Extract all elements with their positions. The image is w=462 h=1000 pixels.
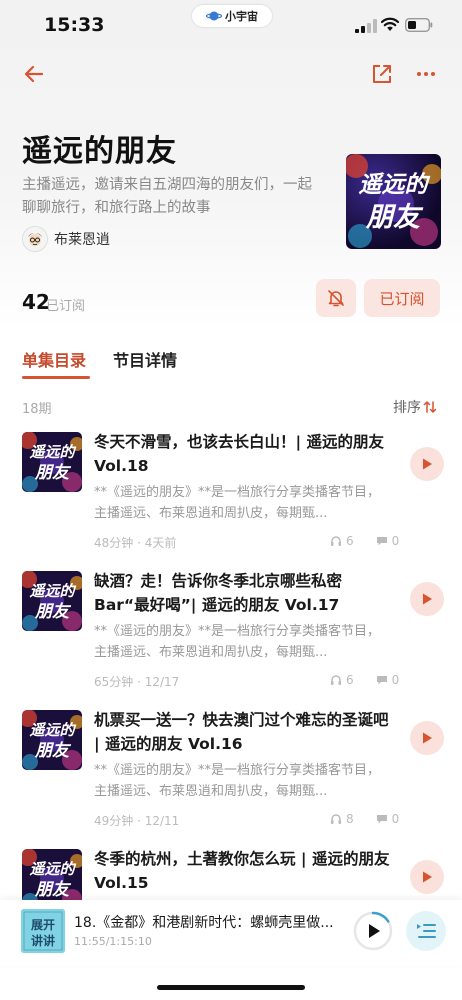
episode-title[interactable]: 机票买一送一？快去澳门过个难忘的圣诞吧 | 遥远的朋友 Vol.16	[94, 708, 390, 756]
episode-item[interactable]: 遥远的 朋友 缺酒？走！告诉你冬季北京哪些私密Bar“最好喝”| 遥远的朋友 Vol…	[0, 569, 462, 699]
episode-cover-text-2: 朋友	[34, 602, 72, 622]
headphones-icon	[331, 536, 341, 546]
playlist-button[interactable]	[406, 911, 446, 951]
headphones-icon	[331, 675, 341, 685]
episode-duration-date: 48分钟 · 4天前	[94, 536, 177, 550]
app-pill[interactable]: 小宇宙	[192, 5, 272, 27]
episode-cover-art: 遥远的朋友	[22, 571, 82, 631]
player-cover-text-2: 讲讲	[31, 933, 55, 948]
tab-episodes[interactable]: 单集目录	[22, 347, 86, 371]
headphones-icon	[331, 814, 341, 824]
episode-cover-text-1: 遥远的	[29, 582, 76, 600]
episode-play-button[interactable]	[410, 447, 444, 481]
host-name[interactable]: 布莱恩逍	[54, 229, 110, 249]
back-arrow-icon[interactable]	[22, 62, 46, 86]
player-time: 11:55/1:15:10	[74, 935, 152, 948]
player-play-icon[interactable]	[361, 919, 385, 943]
play-icon	[423, 593, 432, 605]
mini-player[interactable]: 展开 讲讲 18.《金都》和港剧新时代：螺蛳壳里做... 11:55/1:15:…	[0, 900, 462, 966]
podcast-description: 主播遥远，邀请来自五湖四海的朋友们，一起聊聊旅行，和旅行路上的故事	[22, 177, 312, 216]
battery-icon	[405, 18, 433, 32]
episode-comment-count: 0	[391, 812, 400, 826]
play-icon	[423, 732, 432, 744]
episode-cover-art: 遥远的朋友	[22, 432, 82, 492]
episode-cover-text-1: 遥远的	[29, 443, 76, 461]
wifi-icon	[381, 17, 399, 31]
player-cover[interactable]: 展开 讲讲	[21, 909, 65, 953]
episode-description: **《遥远的朋友》**是一档旅行分享类播客节目，主播遥远、布莱恩逍和周扒皮，每期…	[94, 624, 381, 660]
episode-cover-text-1: 遥远的	[29, 860, 76, 878]
episode-comment-count: 0	[391, 534, 400, 548]
episode-cover-art: 遥远的朋友	[22, 710, 82, 770]
episode-stats: 80	[330, 812, 399, 826]
app-pill-label: 小宇宙	[225, 10, 258, 23]
comment-icon	[376, 676, 387, 685]
player-cover-art: 展开 讲讲	[21, 909, 65, 953]
episode-count: 18期	[22, 402, 52, 417]
podcast-cover-art: 遥远的 朋友	[346, 154, 441, 249]
more-options-icon[interactable]	[414, 62, 438, 86]
episode-item[interactable]: 遥远的 朋友 机票买一送一？快去澳门过个难忘的圣诞吧 | 遥远的朋友 Vol.16 *…	[0, 708, 462, 838]
episode-comment-count: 0	[391, 673, 400, 687]
episode-description: **《遥远的朋友》**是一档旅行分享类播客节目，主播遥远、布莱恩逍和周扒皮，每期…	[94, 763, 381, 799]
comment-icon	[376, 815, 387, 824]
episode-cover[interactable]: 遥远的 朋友	[22, 710, 82, 770]
player-episode-title[interactable]: 18.《金都》和港剧新时代：螺蛳壳里做...	[74, 912, 339, 932]
episode-cover-text-2: 朋友	[34, 880, 72, 900]
episode-cover-text-1: 遥远的	[29, 721, 76, 739]
episode-cover[interactable]: 遥远的 朋友	[22, 571, 82, 631]
episode-play-count: 8	[346, 812, 354, 826]
notification-toggle-button[interactable]	[316, 279, 356, 317]
episode-play-count: 6	[346, 534, 354, 548]
player-cover-text-1: 展开	[31, 918, 55, 932]
episode-cover-text-2: 朋友	[34, 463, 72, 483]
host-avatar[interactable]	[22, 226, 48, 252]
tab-show-details[interactable]: 节目详情	[113, 347, 177, 371]
episode-play-button[interactable]	[410, 860, 444, 894]
episode-duration-date: 65分钟 · 12/17	[94, 675, 180, 689]
episode-play-button[interactable]	[410, 721, 444, 755]
cover-text-line2: 朋友	[365, 202, 424, 233]
planet-icon	[206, 11, 222, 21]
sort-label: 排序	[393, 400, 421, 416]
episode-stats: 60	[330, 673, 399, 687]
episode-title[interactable]: 冬季的杭州，土著教你怎么玩 | 遥远的朋友 Vol.15	[94, 847, 390, 895]
episode-stats: 60	[330, 534, 399, 548]
episode-description: **《遥远的朋友》**是一档旅行分享类播客节目，主播遥远、布莱恩逍和周扒皮，每期…	[94, 485, 381, 521]
sort-icon	[423, 400, 437, 414]
podcast-cover: 遥远的 朋友	[346, 154, 441, 249]
cellular-signal-icon	[355, 19, 377, 33]
episode-cover-text-2: 朋友	[34, 741, 72, 761]
episode-duration-date: 49分钟 · 12/11	[94, 814, 180, 828]
home-indicator	[157, 985, 305, 990]
cover-text-line1: 遥远的	[359, 172, 431, 198]
episode-play-count: 6	[346, 673, 354, 687]
play-icon	[423, 458, 432, 470]
episode-play-button[interactable]	[410, 582, 444, 616]
subscribed-button[interactable]: 已订阅	[364, 279, 440, 317]
bell-off-icon	[328, 290, 344, 307]
share-icon[interactable]	[370, 62, 394, 86]
subscriber-count-label: 已订阅	[46, 299, 86, 314]
comment-icon	[376, 537, 387, 546]
episode-title[interactable]: 缺酒？走！告诉你冬季北京哪些私密Bar“最好喝”| 遥远的朋友 Vol.17	[94, 569, 390, 617]
active-tab-indicator	[22, 376, 90, 379]
play-icon	[423, 871, 432, 883]
playlist-icon	[417, 924, 436, 938]
status-time: 15:33	[44, 14, 105, 36]
podcast-title: 遥远的朋友	[22, 134, 177, 169]
sort-button[interactable]: 排序	[393, 397, 437, 417]
episode-cover[interactable]: 遥远的 朋友	[22, 432, 82, 492]
status-bar: 15:33 小宇宙	[0, 0, 462, 52]
episode-title[interactable]: 冬天不滑雪，也该去长白山！| 遥远的朋友 Vol.18	[94, 430, 390, 478]
episode-item[interactable]: 遥远的 朋友 冬天不滑雪，也该去长白山！| 遥远的朋友 Vol.18 **《遥远的朋友…	[0, 430, 462, 560]
